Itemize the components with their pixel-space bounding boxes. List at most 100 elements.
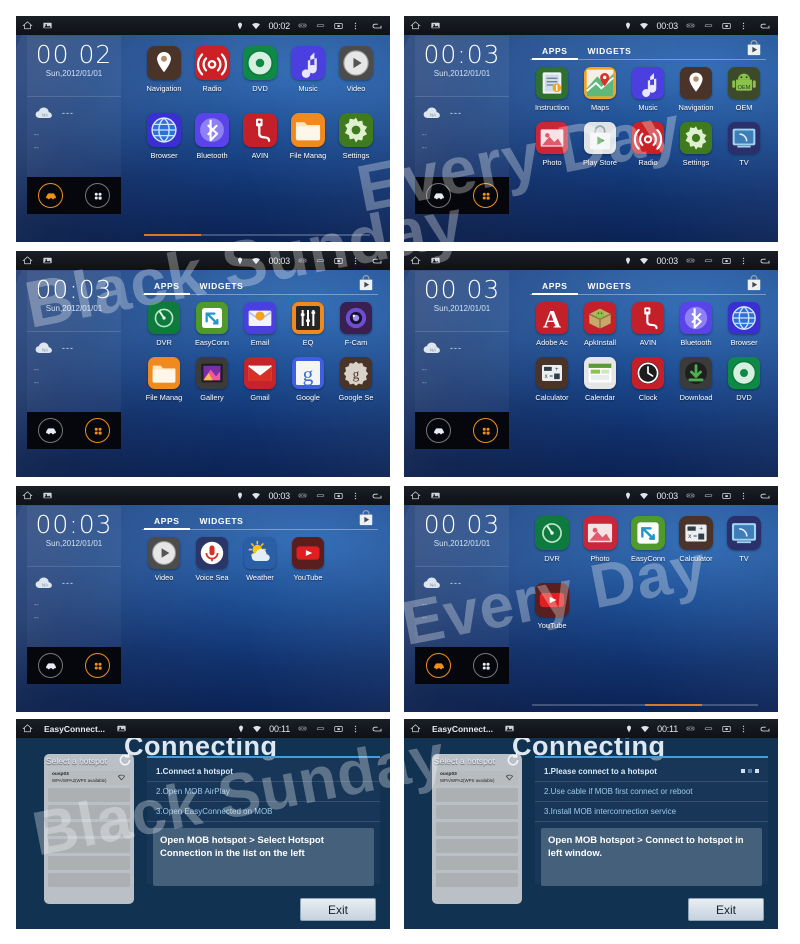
gmail-icon[interactable] [244, 357, 276, 389]
picture-in-picture-icon[interactable] [333, 256, 344, 266]
page-indicator-segment[interactable] [701, 703, 758, 706]
radio-waves-icon[interactable] [195, 46, 229, 80]
app-tile[interactable]: File Manag [284, 113, 332, 160]
hotspot-list-item[interactable] [436, 856, 518, 870]
hotspot-list-item[interactable] [436, 873, 518, 887]
picture-in-picture-icon[interactable] [721, 491, 732, 501]
app-tile[interactable]: Settings [672, 122, 720, 167]
back-icon[interactable] [370, 255, 384, 267]
hotspot-list-item[interactable] [48, 839, 130, 853]
app-tile[interactable]: Calendar [576, 357, 624, 402]
adobe-acrobat-icon[interactable]: A [536, 302, 568, 334]
weather-widget[interactable]: NA --- -- -- [27, 97, 121, 177]
page-indicator-segment[interactable] [532, 703, 589, 706]
app-tile[interactable]: + x = Calculator [672, 516, 720, 563]
tab-apps[interactable]: APPS [144, 281, 190, 295]
all-apps-button[interactable] [85, 653, 110, 678]
home-icon[interactable] [410, 255, 421, 266]
weather-widget[interactable]: NA --- -- -- [415, 97, 509, 177]
disc-icon[interactable] [728, 357, 760, 389]
car-mode-button[interactable] [426, 418, 451, 443]
tab-apps[interactable]: APPS [532, 281, 578, 295]
screenshot-icon[interactable] [116, 723, 127, 734]
car-mode-button[interactable] [38, 653, 63, 678]
hotspot-list-item[interactable] [48, 856, 130, 870]
navigation-pin-icon[interactable] [680, 67, 712, 99]
app-tile[interactable]: Photo [576, 516, 624, 563]
gear-icon[interactable] [339, 113, 373, 147]
tab-apps[interactable]: APPS [532, 46, 578, 60]
hotspot-list-item[interactable] [436, 822, 518, 836]
tv-icon[interactable] [727, 516, 761, 550]
app-tile[interactable]: Radio [188, 46, 236, 93]
play-store-button[interactable] [744, 272, 764, 294]
app-tile[interactable]: A Adobe Ac [528, 302, 576, 347]
app-tile[interactable]: Clock [624, 357, 672, 402]
page-indicator-segment[interactable] [645, 703, 702, 706]
app-tile[interactable]: F-Cam [332, 302, 380, 347]
screenshot-icon[interactable] [42, 255, 53, 266]
picture-in-picture-icon[interactable] [721, 21, 732, 31]
app-tile[interactable]: AVIN [624, 302, 672, 347]
google-g-icon[interactable]: g [292, 357, 324, 389]
tab-widgets[interactable]: WIDGETS [190, 281, 254, 295]
all-apps-button[interactable] [85, 418, 110, 443]
overflow-menu-icon[interactable] [739, 490, 748, 502]
app-tile[interactable]: Browser [720, 302, 768, 347]
picture-in-picture-icon[interactable] [333, 21, 344, 31]
radio-waves-icon[interactable] [632, 122, 664, 154]
hotspot-list-item[interactable] [48, 873, 130, 887]
app-tile[interactable]: Music [284, 46, 332, 93]
globe-icon[interactable] [147, 113, 181, 147]
app-tile[interactable]: EQ [284, 302, 332, 347]
instruction-doc-icon[interactable] [536, 67, 568, 99]
music-note-icon[interactable] [291, 46, 325, 80]
play-store-button[interactable] [744, 37, 764, 59]
maps-pin-icon[interactable] [584, 67, 616, 99]
easyconnected-icon[interactable] [196, 302, 228, 334]
back-icon[interactable] [758, 490, 772, 502]
page-indicator-segment[interactable] [588, 703, 645, 706]
app-tile[interactable]: Instruction [528, 67, 576, 112]
app-tile[interactable]: Photo [528, 122, 576, 167]
page-indicator-segment[interactable] [144, 233, 201, 236]
refresh-icon[interactable] [117, 752, 133, 768]
clock-widget[interactable]: 00 03 Sun,2012/01/01 [415, 506, 509, 567]
tab-widgets[interactable]: WIDGETS [578, 46, 642, 60]
screenshot-icon[interactable] [430, 255, 441, 266]
tab-widgets[interactable]: WIDGETS [190, 516, 254, 530]
app-tile[interactable]: g Google Se [332, 357, 380, 402]
exit-button[interactable]: Exit [300, 898, 376, 921]
globe-icon[interactable] [728, 302, 760, 334]
bluetooth-icon[interactable] [680, 302, 712, 334]
app-tile[interactable]: Weather [236, 537, 284, 582]
page-indicator-segment[interactable] [200, 233, 257, 236]
tv-icon[interactable] [728, 122, 760, 154]
gallery-icon[interactable] [196, 357, 228, 389]
app-tile[interactable]: Bluetooth [188, 113, 236, 160]
app-tile[interactable]: DVD [236, 46, 284, 93]
back-icon[interactable] [758, 255, 772, 267]
weather-sun-cloud-icon[interactable] [244, 537, 276, 569]
exit-button[interactable]: Exit [688, 898, 764, 921]
app-tile[interactable]: YouTube [528, 583, 576, 630]
all-apps-button[interactable] [473, 418, 498, 443]
home-icon[interactable] [410, 20, 421, 31]
google-settings-icon[interactable]: g [340, 357, 372, 389]
car-mode-button[interactable] [426, 653, 451, 678]
app-tile[interactable]: Play Store [576, 122, 624, 167]
app-tile[interactable]: Video [140, 537, 188, 582]
app-tile[interactable]: Maps [576, 67, 624, 112]
back-icon[interactable] [370, 490, 384, 502]
overflow-menu-icon[interactable] [351, 20, 360, 32]
app-tile[interactable]: Voice Sea [188, 537, 236, 582]
clock-icon[interactable] [632, 357, 664, 389]
screenshot-icon[interactable] [42, 490, 53, 501]
app-tile[interactable]: File Manag [140, 357, 188, 402]
app-tile[interactable]: DVR [528, 516, 576, 563]
app-tile[interactable]: YouTube [284, 537, 332, 582]
app-tile[interactable]: EasyConn [624, 516, 672, 563]
clock-widget[interactable]: 00:03 Sun,2012/01/01 [27, 506, 121, 567]
weather-widget[interactable]: NA --- -- -- [27, 567, 121, 647]
car-mode-button[interactable] [38, 418, 63, 443]
